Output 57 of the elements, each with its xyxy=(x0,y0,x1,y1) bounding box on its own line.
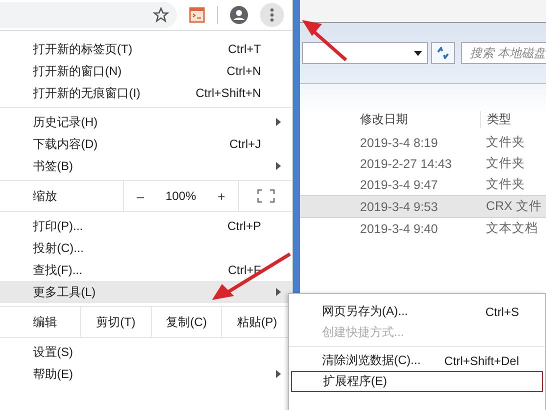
menu-item[interactable]: 打开新的标签页(T) Ctrl+T xyxy=(0,38,292,60)
submenu-item[interactable]: 网页另存为(A)... Ctrl+S xyxy=(291,301,543,322)
submenu-item: 创建快捷方式... xyxy=(321,324,406,341)
fullscreen-button[interactable] xyxy=(254,187,276,205)
more-icon xyxy=(270,8,274,22)
submenu-arrow-icon xyxy=(276,162,281,170)
file-row[interactable]: 2019-3-4 9:40 文本文档 xyxy=(300,218,546,239)
submenu-item[interactable]: 扩展程序(E) xyxy=(291,371,543,392)
type-cell-text: 文件夹 xyxy=(485,155,525,172)
date-cell-text: 2019-3-4 9:47 xyxy=(359,178,439,192)
file-row[interactable]: 2019-3-4 9:47 文件夹 xyxy=(300,174,546,195)
submenu-arrow-icon xyxy=(276,118,281,126)
menu-item[interactable]: 打开新的无痕窗口(I) Ctrl+Shift+N xyxy=(0,82,292,104)
submenu-arrow-icon xyxy=(276,370,281,378)
file-row[interactable]: 2019-3-4 9:53 CRX 文件 xyxy=(300,195,546,218)
type-cell-text: 文件夹 xyxy=(485,134,525,151)
zoom-level: 100% xyxy=(165,189,196,203)
zoom-out-button[interactable]: – xyxy=(132,188,148,204)
date-cell-text: 2019-3-4 9:40 xyxy=(359,222,439,236)
refresh-button[interactable] xyxy=(431,42,455,64)
menu-item[interactable]: 打开新的窗口(N) Ctrl+N xyxy=(0,60,292,82)
menu-item[interactable]: 打印(P)... Ctrl+P xyxy=(0,215,292,237)
edit-button[interactable]: 剪切(T) xyxy=(81,307,152,337)
menu-item[interactable]: 帮助(E) xyxy=(0,363,292,385)
zoom-label: 缩放 xyxy=(0,181,124,211)
menu-item[interactable]: 设置(S) xyxy=(0,341,292,363)
menu-item[interactable]: 查找(F)... Ctrl+F xyxy=(0,259,292,281)
star-icon[interactable] xyxy=(153,7,169,23)
refresh-icon xyxy=(436,47,450,59)
menu-item[interactable]: 历史记录(H) xyxy=(0,111,292,133)
date-cell-text: 2019-3-4 9:53 xyxy=(359,200,439,214)
extension-icon[interactable] xyxy=(189,7,205,23)
edit-button[interactable]: 复制(C) xyxy=(152,307,222,337)
zoom-in-button[interactable]: + xyxy=(214,188,230,204)
menu-button[interactable] xyxy=(260,3,284,27)
date-cell-text: 2019-2-27 14:43 xyxy=(359,156,453,170)
menu-item[interactable]: 更多工具(L) xyxy=(0,281,292,303)
date-cell-text: 2019-3-4 8:19 xyxy=(359,136,439,150)
account-icon[interactable] xyxy=(230,6,248,24)
file-row[interactable]: 2019-3-4 8:19 文件夹 xyxy=(300,132,546,153)
column-header[interactable]: 修改日期 xyxy=(300,110,481,128)
search-field[interactable]: 搜索 本地磁盘 xyxy=(461,42,546,64)
type-cell-text: CRX 文件 xyxy=(485,198,542,215)
edit-label: 编辑 xyxy=(0,307,81,337)
submenu-item[interactable]: 清除浏览数据(C)... Ctrl+Shift+Del xyxy=(291,350,543,371)
menu-item[interactable]: 下载内容(D) Ctrl+J xyxy=(0,133,292,155)
dropdown-icon xyxy=(414,50,422,56)
edit-button[interactable]: 粘贴(P) xyxy=(222,307,292,337)
file-row[interactable]: 2019-2-27 14:43 文件夹 xyxy=(300,153,546,174)
column-header[interactable]: 类型 xyxy=(481,110,511,128)
submenu-arrow-icon xyxy=(276,288,281,296)
fullscreen-icon xyxy=(256,189,274,203)
type-cell-text: 文件夹 xyxy=(485,176,525,193)
menu-item[interactable]: 书签(B) xyxy=(0,155,292,177)
menu-item[interactable]: 投射(C)... xyxy=(0,237,292,259)
type-cell-text: 文本文档 xyxy=(485,220,538,237)
address-field[interactable] xyxy=(302,42,428,64)
